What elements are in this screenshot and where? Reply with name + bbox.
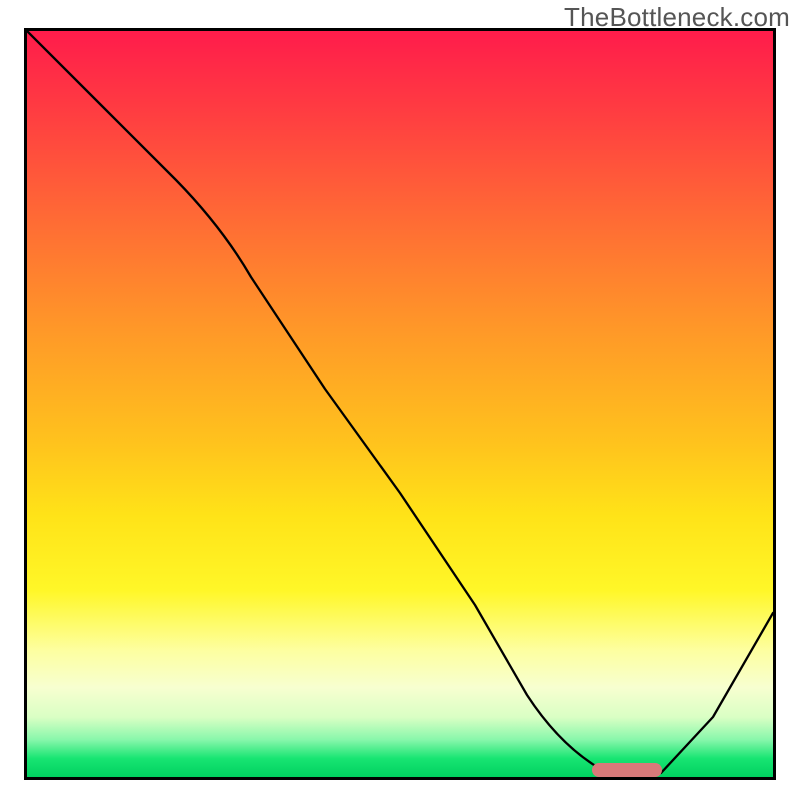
optimal-range-marker — [592, 763, 662, 777]
plot-area — [24, 28, 776, 780]
chart-container: TheBottleneck.com — [0, 0, 800, 800]
curve-path — [27, 31, 773, 777]
watermark-text: TheBottleneck.com — [564, 2, 790, 33]
bottleneck-curve — [27, 31, 773, 777]
